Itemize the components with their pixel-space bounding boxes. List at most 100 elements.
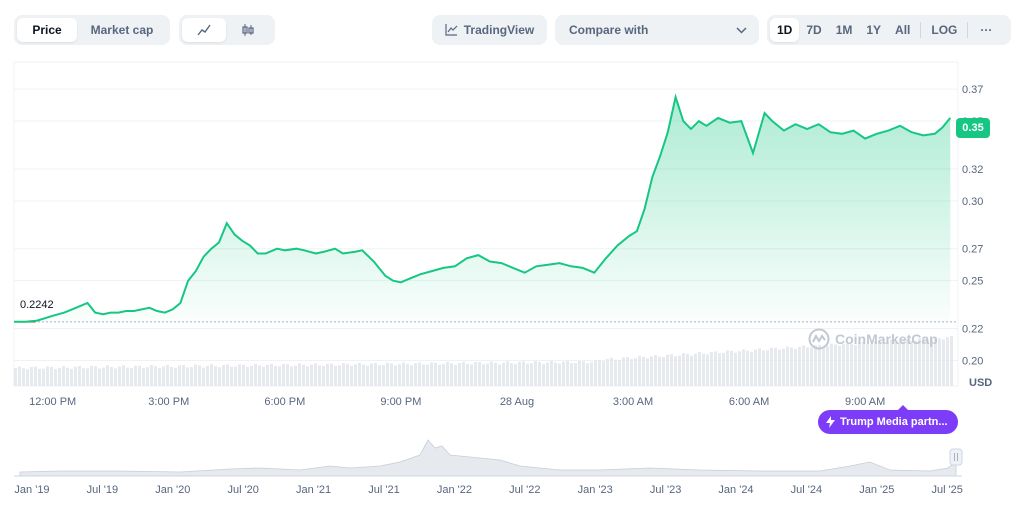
volume-bar (242, 364, 245, 386)
volume-bar (470, 364, 473, 386)
volume-bar (834, 344, 837, 386)
volume-bar (466, 363, 469, 386)
volume-bar (514, 364, 517, 386)
lightning-icon (826, 416, 835, 428)
volume-bar (310, 364, 313, 386)
volume-bar (670, 354, 673, 386)
volume-bar (942, 339, 945, 386)
volume-bar (690, 355, 693, 386)
volume-bar (762, 350, 765, 386)
volume-bar (282, 364, 285, 386)
volume-bar (186, 367, 189, 386)
navigator-date-label: Jan '21 (296, 484, 331, 496)
volume-bar (638, 355, 641, 386)
navigator-handle[interactable] (949, 448, 963, 466)
coinmarketcap-logo-icon (808, 328, 830, 350)
volume-bar (814, 345, 817, 386)
volume-bar (322, 366, 325, 386)
y-tick-label: 0.30 (962, 196, 983, 208)
volume-bar (418, 362, 421, 386)
volume-bar (454, 364, 457, 386)
volume-bar (426, 364, 429, 386)
x-tick-label: 9:00 AM (845, 396, 885, 408)
navigator-date-label: Jan '20 (155, 484, 190, 496)
volume-bar (110, 366, 113, 386)
navigator[interactable] (14, 437, 963, 477)
volume-bar (854, 344, 857, 386)
navigator-date-label: Jul '25 (931, 484, 962, 496)
volume-bar (578, 360, 581, 386)
volume-bar (498, 364, 501, 386)
x-tick-label: 12:00 PM (29, 396, 76, 408)
volume-bar (34, 366, 37, 386)
volume-bar (850, 344, 853, 386)
volume-bar (822, 346, 825, 386)
volume-bar (582, 361, 585, 386)
volume-bar (438, 364, 441, 386)
coinmarketcap-watermark: CoinMarketCap (808, 328, 938, 350)
volume-bar (346, 364, 349, 386)
volume-bar (750, 351, 753, 386)
volume-bar (14, 368, 17, 386)
volume-bar (98, 368, 101, 386)
volume-bar (266, 364, 269, 386)
volume-bar (90, 366, 93, 386)
volume-bar (306, 366, 309, 386)
volume-bar (526, 363, 529, 386)
navigator-date-label: Jan '22 (437, 484, 472, 496)
volume-bar (50, 367, 53, 386)
volume-bar (258, 365, 261, 386)
navigator-date-label: Jul '19 (87, 484, 118, 496)
volume-bar (210, 364, 213, 386)
volume-bar (686, 353, 689, 386)
navigator-date-label: Jan '23 (578, 484, 613, 496)
volume-bar (746, 350, 749, 386)
volume-bar (614, 359, 617, 386)
y-tick-label: 0.25 (962, 276, 983, 288)
price-area (14, 97, 951, 322)
volume-bar (798, 346, 801, 386)
volume-bar (458, 362, 461, 386)
navigator-date-label: Jan '19 (14, 484, 49, 496)
volume-bar (574, 363, 577, 386)
volume-bar (778, 349, 781, 386)
volume-bar (254, 363, 257, 386)
volume-bar (406, 363, 409, 386)
volume-bar (218, 367, 221, 386)
volume-bar (250, 365, 253, 386)
volume-bar (730, 350, 733, 386)
volume-bar (18, 366, 21, 386)
volume-bar (546, 362, 549, 386)
volume-bar (154, 366, 157, 386)
event-badge-label: Trump Media partn... (840, 416, 948, 428)
volume-bar (238, 364, 241, 386)
y-tick-label: 0.22 (962, 324, 983, 336)
volume-bar (246, 366, 249, 386)
volume-bar (138, 365, 141, 386)
volume-bar (106, 365, 109, 386)
volume-bar (262, 366, 265, 386)
volume-bar (70, 368, 73, 386)
volume-bar (206, 366, 209, 386)
volume-bar (158, 367, 161, 386)
volume-bar (474, 362, 477, 386)
volume-bar (710, 352, 713, 386)
volume-bar (714, 351, 717, 386)
x-tick-label: 3:00 AM (613, 396, 653, 408)
volume-bar (758, 348, 761, 386)
volume-bar (170, 366, 173, 386)
volume-bar (830, 343, 833, 386)
volume-bar (610, 357, 613, 386)
volume-bar (538, 361, 541, 386)
volume-bar (562, 361, 565, 386)
volume-bar (414, 363, 417, 386)
volume-bar (182, 365, 185, 386)
volume-bar (122, 365, 125, 386)
volume-bar (818, 344, 821, 386)
navigator-date-label: Jul '24 (791, 484, 822, 496)
event-badge[interactable]: Trump Media partn... (818, 405, 958, 434)
volume-bar (342, 363, 345, 386)
x-tick-label: 9:00 PM (380, 396, 421, 408)
volume-bar (226, 364, 229, 386)
volume-bar (130, 367, 133, 386)
